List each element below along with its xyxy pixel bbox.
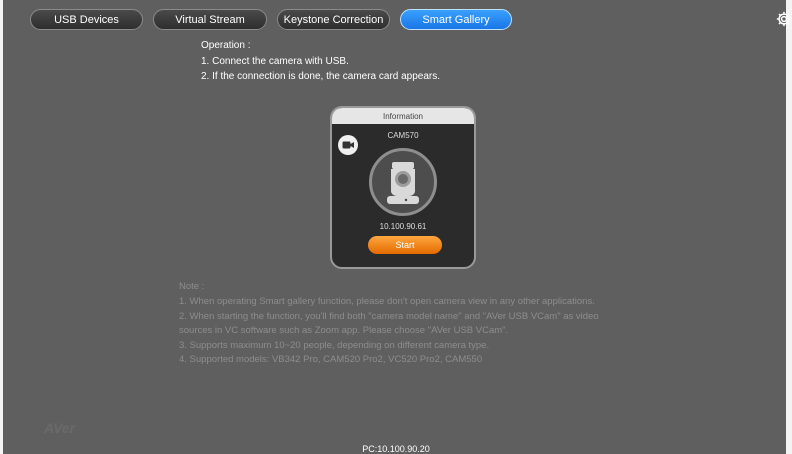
- operation-step-2: 2. If the connection is done, the camera…: [201, 71, 441, 82]
- note-line-3: sources in VC software such as Zoom app.…: [179, 325, 509, 336]
- start-button[interactable]: Start: [368, 236, 442, 254]
- video-camera-icon[interactable]: [338, 135, 358, 155]
- note-line-2: 2. When starting the function, you'll fi…: [179, 311, 599, 322]
- operation-title: Operation :: [201, 40, 251, 51]
- tab-usb-devices[interactable]: USB Devices: [30, 9, 143, 30]
- left-edge: [0, 0, 3, 454]
- smart-gallery-window: USB Devices Virtual Stream Keystone Corr…: [0, 0, 792, 454]
- operation-step-1: 1. Connect the camera with USB.: [201, 56, 349, 67]
- note-line-4: 3. Supports maximum 10~20 people, depend…: [179, 340, 490, 351]
- tab-smart-gallery[interactable]: Smart Gallery: [400, 9, 512, 30]
- note-title: Note :: [179, 281, 205, 292]
- camera-card: Information CAM570 10.100.90.61 Start: [330, 106, 476, 269]
- note-line-1: 1. When operating Smart gallery function…: [179, 296, 595, 307]
- note-line-5: 4. Supported models: VB342 Pro, CAM520 P…: [179, 354, 483, 365]
- tab-keystone-correction[interactable]: Keystone Correction: [277, 9, 390, 30]
- pc-ip-address: PC:10.100.90.20: [362, 444, 430, 454]
- ptz-camera-icon: [369, 148, 437, 216]
- tab-virtual-stream[interactable]: Virtual Stream: [153, 9, 267, 30]
- card-header: Information: [332, 108, 474, 124]
- camera-ip: 10.100.90.61: [379, 222, 427, 231]
- gear-icon[interactable]: [775, 10, 792, 28]
- brand-watermark: AVer: [44, 420, 76, 436]
- right-edge: [786, 0, 792, 454]
